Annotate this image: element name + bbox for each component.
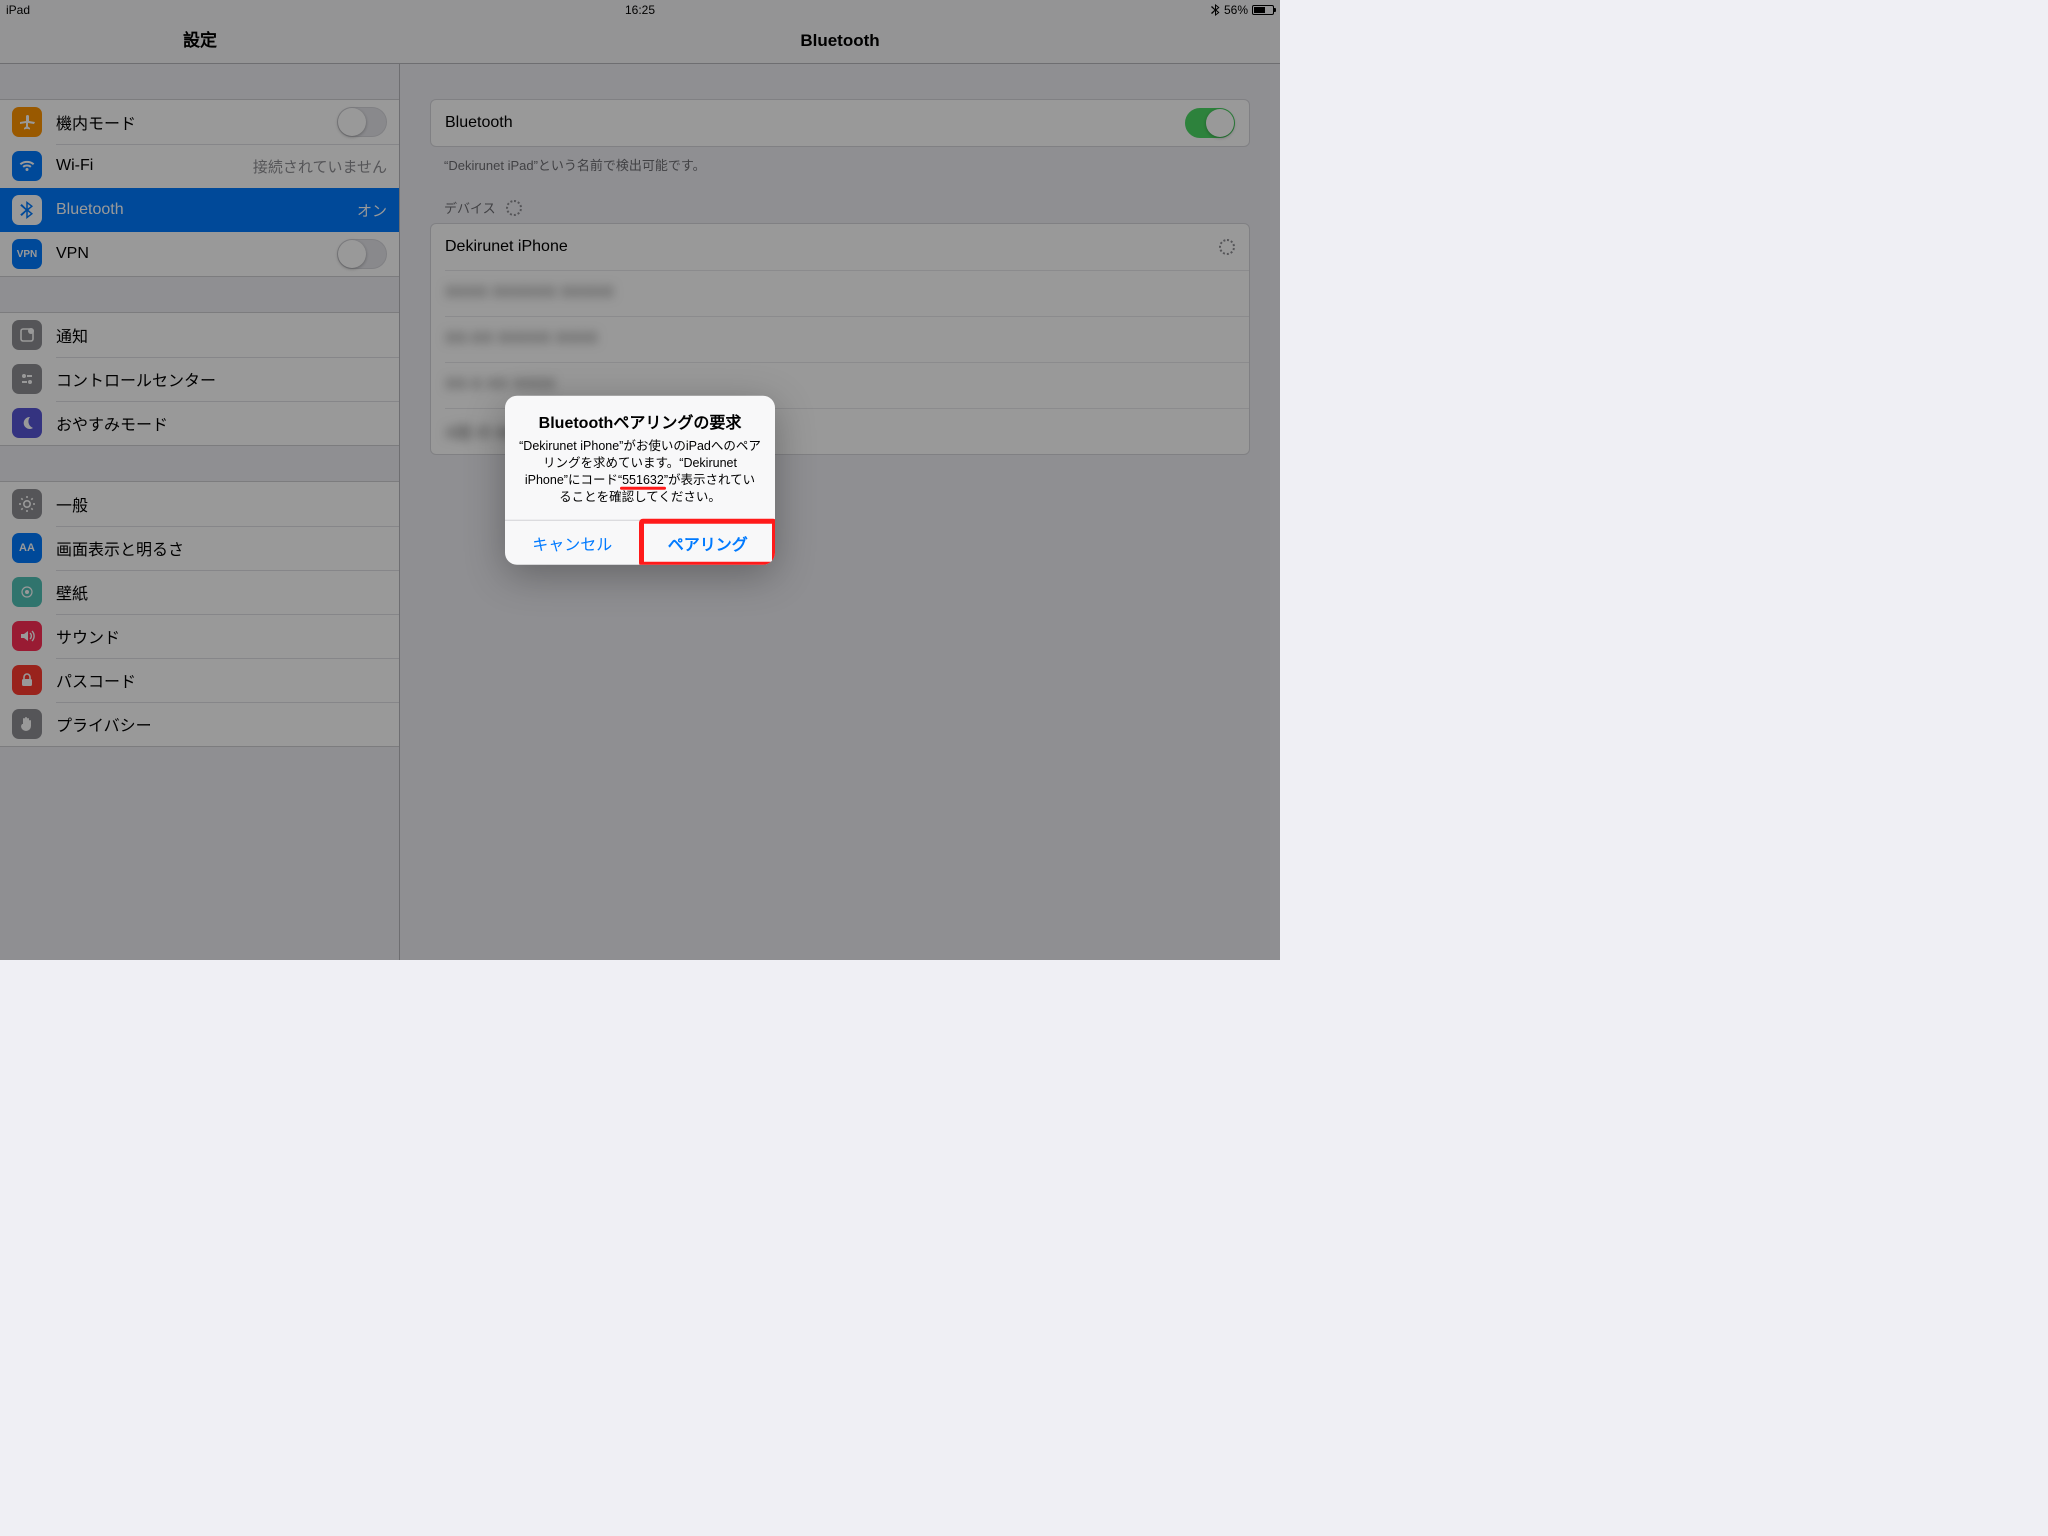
pair-button[interactable]: ペアリング [640,520,776,564]
alert-message: “Dekirunet iPhone”がお使いのiPadへのペアリングを求めていま… [519,438,761,506]
pairing-code: 551632 [622,472,664,489]
cancel-button[interactable]: キャンセル [505,520,640,564]
pairing-alert: Bluetoothペアリングの要求 “Dekirunet iPhone”がお使い… [505,396,775,565]
alert-title: Bluetoothペアリングの要求 [519,414,761,434]
